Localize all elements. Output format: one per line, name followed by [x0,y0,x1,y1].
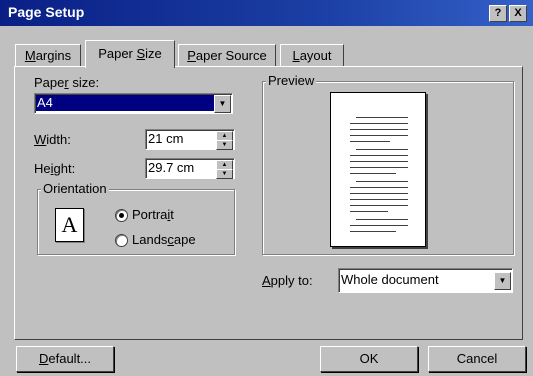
paper-size-label: Paper size: [34,75,100,90]
ok-button[interactable]: OK [320,346,418,372]
apply-to-value: Whole document [341,272,439,287]
portrait-label[interactable]: Portrait [132,207,174,222]
portrait-page-icon: A [55,208,84,242]
width-label: Width: [34,132,71,147]
landscape-label[interactable]: Landscape [132,232,196,247]
height-input[interactable]: 29.7 cm ▲ ▼ [145,158,235,179]
cancel-button[interactable]: Cancel [428,346,526,372]
portrait-radio[interactable] [115,209,128,222]
landscape-radio[interactable] [115,234,128,247]
default-button[interactable]: Default... [16,346,114,372]
paper-size-select[interactable]: A4 ▼ [34,93,233,114]
tab-paper-source[interactable]: Paper Source [178,44,276,67]
title-bar[interactable]: Page Setup ? X [0,0,533,26]
close-button[interactable]: X [509,5,527,22]
apply-to-label: Apply to: [262,273,313,288]
spin-down-icon[interactable]: ▼ [216,169,233,179]
width-input[interactable]: 21 cm ▲ ▼ [145,129,235,150]
chevron-down-icon[interactable]: ▼ [214,95,231,113]
paper-size-panel: Paper size: A4 ▼ Width: 21 cm ▲ ▼ Height… [14,66,523,340]
window-title: Page Setup [8,4,85,20]
tab-layout[interactable]: Layout [280,44,344,67]
preview-title: Preview [266,73,317,88]
height-label: Height: [34,161,76,176]
paper-size-value: A4 [37,95,53,110]
width-value: 21 cm [148,131,184,146]
apply-to-select[interactable]: Whole document ▼ [338,268,513,293]
page-preview [330,92,426,247]
tab-paper-size[interactable]: Paper Size [85,40,175,68]
chevron-down-icon[interactable]: ▼ [494,272,511,290]
height-value: 29.7 cm [148,160,195,175]
orientation-title: Orientation [41,181,109,196]
spin-down-icon[interactable]: ▼ [216,140,233,150]
tab-margins[interactable]: Margins [15,44,81,67]
help-button[interactable]: ? [489,5,507,22]
